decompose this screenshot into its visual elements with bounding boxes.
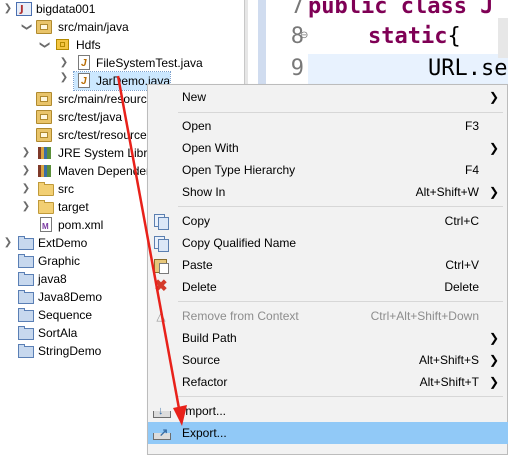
tree-item-label: src/test/resources	[58, 128, 153, 142]
fold-toggle-icon[interactable]: ⊖	[300, 30, 308, 41]
library-icon	[38, 165, 51, 177]
code-text: {	[447, 24, 461, 49]
submenu-arrow-icon: ❯	[488, 141, 499, 155]
tree-item-label: Graphic	[38, 254, 81, 268]
tree-item-label: java8	[38, 272, 67, 286]
menu-separator	[178, 112, 503, 113]
java-file-icon	[78, 55, 90, 73]
menu-item-copy[interactable]: Copy Ctrl+C	[148, 210, 508, 232]
collapse-arrow-icon[interactable]: ❯	[17, 21, 35, 33]
tree-item-label: Sequence	[38, 308, 93, 322]
java-file-icon	[78, 73, 90, 91]
submenu-arrow-icon: ❯	[488, 375, 499, 389]
menu-item-new[interactable]: New ❯	[148, 86, 508, 108]
submenu-arrow-icon: ❯	[488, 185, 499, 199]
menu-item-open-type-hierarchy[interactable]: Open Type Hierarchy F4	[148, 159, 508, 181]
tree-item-label: ExtDemo	[38, 236, 88, 250]
collapse-arrow-icon[interactable]: ❯	[2, 0, 14, 18]
tree-item-label: src/test/java	[58, 110, 123, 124]
folder-icon	[38, 182, 54, 196]
tree-item-label: pom.xml	[58, 218, 104, 232]
collapse-arrow-icon[interactable]: ❯	[35, 39, 53, 51]
editor-scrollbar[interactable]	[498, 18, 508, 58]
project-folder-icon	[18, 308, 34, 322]
menu-separator	[178, 206, 503, 207]
tree-item-label: src/main/java	[58, 20, 129, 34]
project-folder-icon	[18, 236, 34, 250]
library-icon	[38, 147, 51, 159]
copy-icon	[153, 214, 169, 230]
project-folder-icon	[18, 254, 34, 268]
menu-item-open-with[interactable]: Open With ❯	[148, 137, 508, 159]
tree-item-label: src	[58, 182, 74, 196]
maven-project-icon	[16, 1, 32, 19]
source-folder-icon	[36, 92, 52, 106]
copy-qualified-name-icon	[153, 236, 169, 252]
line-number: 7	[290, 0, 304, 19]
project-folder-icon	[18, 290, 34, 304]
tree-item-hdfs[interactable]: ❯ Hdfs	[0, 36, 244, 54]
tree-item-label: src/main/resources	[58, 92, 160, 106]
expand-arrow-icon[interactable]: ❯	[20, 144, 32, 162]
tree-item-label: FileSystemTest.java	[96, 56, 203, 70]
expand-arrow-icon[interactable]: ❯	[2, 234, 14, 252]
menu-item-source[interactable]: Source Alt+Shift+S ❯	[148, 349, 508, 371]
menu-item-copy-qualified-name[interactable]: Copy Qualified Name	[148, 232, 508, 254]
menu-item-import[interactable]: Import...	[148, 400, 508, 422]
code-line: static{	[368, 24, 461, 49]
submenu-arrow-icon: ❯	[488, 90, 499, 104]
tree-item-label: target	[58, 200, 89, 214]
paste-icon	[153, 258, 169, 274]
package-icon	[56, 39, 69, 50]
tree-item-label: SortAla	[38, 326, 78, 340]
menu-item-paste[interactable]: Paste Ctrl+V	[148, 254, 508, 276]
project-folder-icon	[18, 344, 34, 358]
menu-item-delete[interactable]: ✖ Delete Delete	[148, 276, 508, 298]
expand-arrow-icon[interactable]: ❯	[20, 198, 32, 216]
import-icon	[153, 400, 171, 422]
export-icon	[153, 422, 171, 444]
project-folder-icon	[18, 272, 34, 286]
source-folder-icon	[36, 20, 52, 34]
code-line: URL.se	[428, 56, 508, 81]
delete-icon: ✖	[154, 278, 168, 295]
context-menu: New ❯ Open F3 Open With ❯ Open Type Hier…	[147, 84, 508, 455]
expand-arrow-icon[interactable]: ❯	[20, 180, 32, 198]
source-folder-icon	[36, 110, 52, 124]
source-folder-icon	[36, 128, 52, 142]
tree-item-label: Java8Demo	[38, 290, 103, 304]
code-line: public class J	[308, 0, 494, 19]
tree-item-src-main-java[interactable]: ❯ src/main/java	[0, 18, 244, 36]
submenu-arrow-icon: ❯	[488, 331, 499, 345]
menu-item-open[interactable]: Open F3	[148, 115, 508, 137]
xml-file-icon	[40, 217, 52, 236]
menu-item-remove-from-context[interactable]: △ Remove from Context Ctrl+Alt+Shift+Dow…	[148, 305, 508, 327]
expand-arrow-icon[interactable]: ❯	[58, 72, 70, 90]
tree-item-bigdata001[interactable]: ❯ bigdata001	[0, 0, 244, 19]
expand-arrow-icon[interactable]: ❯	[58, 54, 70, 72]
tree-item-label: Hdfs	[76, 38, 101, 52]
menu-item-refactor[interactable]: Refactor Alt+Shift+T ❯	[148, 371, 508, 393]
project-folder-icon	[18, 326, 34, 340]
tree-item-label: bigdata001	[36, 2, 96, 16]
menu-item-build-path[interactable]: Build Path ❯	[148, 327, 508, 349]
code-keyword: static	[368, 24, 448, 49]
tree-item-filesystemtest[interactable]: ❯ FileSystemTest.java	[0, 54, 244, 73]
menu-item-show-in[interactable]: Show In Alt+Shift+W ❯	[148, 181, 508, 203]
tree-item-label: StringDemo	[38, 344, 102, 358]
menu-separator	[178, 396, 503, 397]
menu-item-export[interactable]: Export...	[148, 422, 508, 444]
expand-arrow-icon[interactable]: ❯	[20, 162, 32, 180]
line-number: 9	[290, 56, 304, 81]
folder-icon	[38, 200, 54, 214]
submenu-arrow-icon: ❯	[488, 353, 499, 367]
remove-from-context-icon: △	[156, 309, 166, 323]
menu-separator	[178, 301, 503, 302]
